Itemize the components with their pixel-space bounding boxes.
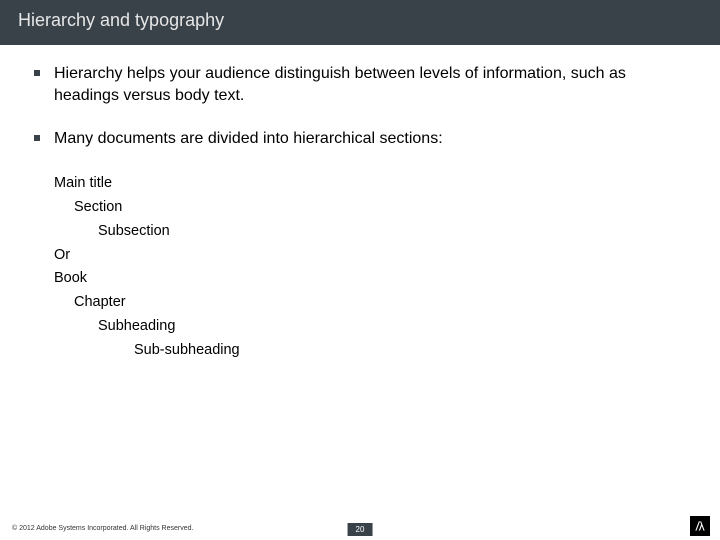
hier-line: Or	[54, 244, 686, 268]
slide: Hierarchy and typography Hierarchy helps…	[0, 0, 720, 540]
bullet-bold: Hierarchy	[54, 65, 122, 82]
bullet-text: Many documents are divided into hierarch…	[54, 130, 443, 147]
footer: © 2012 Adobe Systems Incorporated. All R…	[0, 516, 720, 540]
hier-line: Subsection	[54, 220, 686, 244]
bullet-text: helps your audience distinguish between …	[54, 65, 626, 104]
bullet-list: Hierarchy helps your audience distinguis…	[34, 63, 686, 150]
adobe-logo-icon	[690, 516, 710, 536]
copyright-text: © 2012 Adobe Systems Incorporated. All R…	[12, 525, 193, 532]
bullet-item: Many documents are divided into hierarch…	[34, 128, 686, 150]
hier-line: Book	[54, 267, 686, 291]
hierarchy-example: Main title Section Subsection Or Book Ch…	[54, 172, 686, 363]
slide-body: Hierarchy helps your audience distinguis…	[0, 45, 720, 363]
hier-line: Chapter	[54, 291, 686, 315]
slide-title: Hierarchy and typography	[0, 0, 720, 45]
page-number: 20	[348, 523, 373, 536]
bullet-item: Hierarchy helps your audience distinguis…	[34, 63, 686, 106]
hier-line: Section	[54, 196, 686, 220]
hier-line: Sub-subheading	[54, 339, 686, 363]
hier-line: Main title	[54, 172, 686, 196]
hier-line: Subheading	[54, 315, 686, 339]
